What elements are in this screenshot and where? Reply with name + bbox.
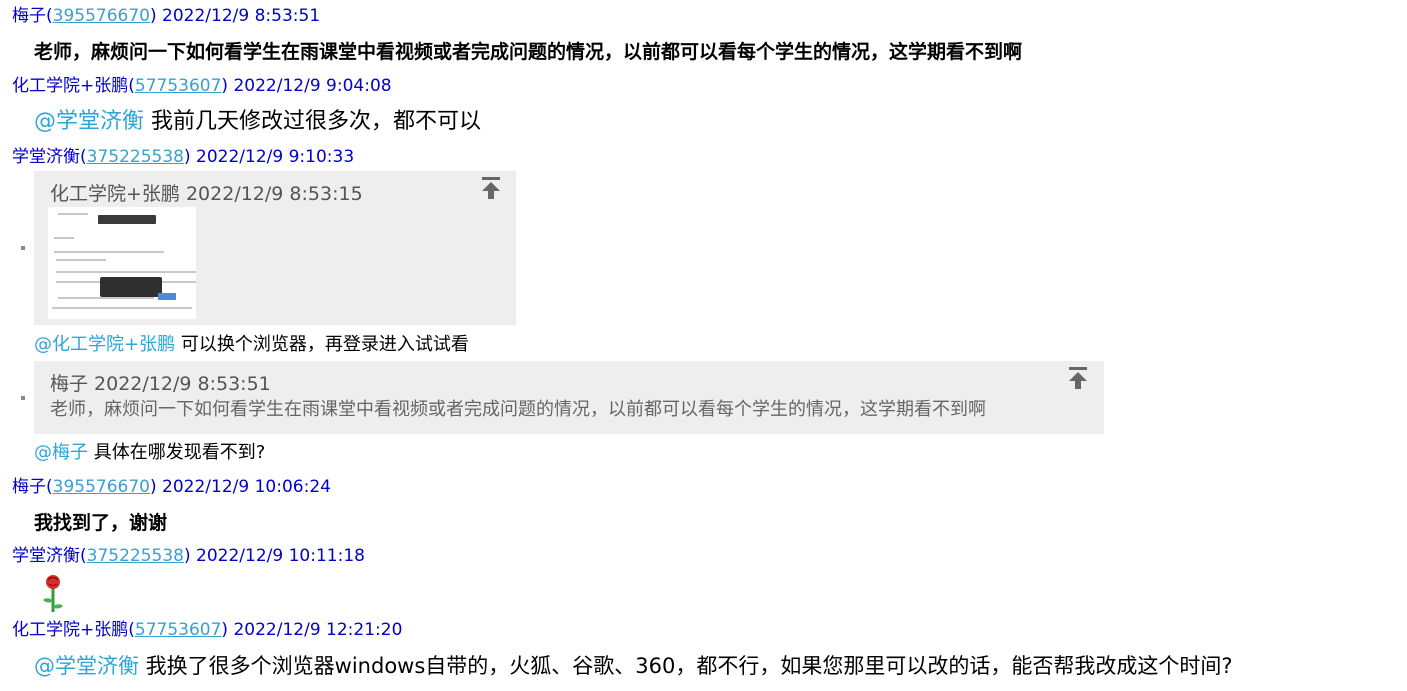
message-text: 我找到了，谢谢 <box>34 512 168 534</box>
mention-link[interactable]: @学堂济衡 <box>34 654 139 678</box>
message-text: @梅子 具体在哪发现看不到? <box>34 442 265 464</box>
message-time: 2022/12/9 9:04:08 <box>233 76 392 96</box>
message-text: @学堂济衡 我换了很多个浏览器windows自带的，火狐、谷歌、360，都不行，… <box>34 652 1233 680</box>
bullet-dot <box>21 246 25 250</box>
message-text: @学堂济衡 我前几天修改过很多次，都不可以 <box>34 108 481 136</box>
sender-name: 梅子 <box>12 6 46 26</box>
screenshot-thumbnail[interactable] <box>48 207 196 319</box>
message-body: 可以换个浏览器，再登录进入试试看 <box>175 334 469 355</box>
sender-qq-link[interactable]: 57753607 <box>135 76 222 96</box>
sender-qq-link[interactable]: 395576670 <box>53 6 150 26</box>
toast-bar <box>98 215 156 224</box>
sender-name: 化工学院+张鹏 <box>12 76 129 96</box>
quote-body: 老师，麻烦问一下如何看学生在雨课堂中看视频或者完成问题的情况，以前都可以看每个学… <box>50 399 986 420</box>
jump-to-original-icon[interactable] <box>480 177 502 201</box>
sender-name: 学堂济衡 <box>12 546 80 566</box>
message-header: 学堂济衡(375225538) 2022/12/9 9:10:33 <box>12 147 355 167</box>
message-text: 老师，麻烦问一下如何看学生在雨课堂中看视频或者完成问题的情况，以前都可以看每个学… <box>34 41 1023 63</box>
quoted-message[interactable]: 化工学院+张鹏 2022/12/9 8:53:15 <box>34 171 516 325</box>
sender-qq-link[interactable]: 395576670 <box>53 477 150 497</box>
message-header: 梅子(395576670) 2022/12/9 10:06:24 <box>12 477 331 497</box>
message-header: 化工学院+张鹏(57753607) 2022/12/9 12:21:20 <box>12 620 403 640</box>
message-text: @化工学院+张鹏 可以换个浏览器，再登录进入试试看 <box>34 334 469 356</box>
message-body: 具体在哪发现看不到? <box>88 442 266 463</box>
blue-button <box>158 293 176 300</box>
quote-header: 梅子 2022/12/9 8:53:51 <box>50 373 271 395</box>
quote-header: 化工学院+张鹏 2022/12/9 8:53:15 <box>50 183 363 205</box>
sender-qq-link[interactable]: 375225538 <box>87 147 184 167</box>
bullet-dot <box>21 396 25 400</box>
message-time: 2022/12/9 12:21:20 <box>233 620 403 640</box>
sender-name: 化工学院+张鹏 <box>12 620 129 640</box>
mention-link[interactable]: @梅子 <box>34 442 88 463</box>
sender-qq-link[interactable]: 375225538 <box>87 546 184 566</box>
jump-to-original-icon[interactable] <box>1067 367 1089 391</box>
message-header: 梅子(395576670) 2022/12/9 8:53:51 <box>12 6 321 26</box>
message-time: 2022/12/9 10:06:24 <box>162 477 331 497</box>
rose-emoji <box>43 575 63 612</box>
message-body: 我换了很多个浏览器windows自带的，火狐、谷歌、360，都不行，如果您那里可… <box>139 654 1233 678</box>
message-header: 化工学院+张鹏(57753607) 2022/12/9 9:04:08 <box>12 76 392 96</box>
mention-link[interactable]: @化工学院+张鹏 <box>34 334 175 355</box>
loading-toast <box>100 277 162 297</box>
message-header: 学堂济衡(375225538) 2022/12/9 10:11:18 <box>12 546 365 566</box>
message-body: 我前几天修改过很多次，都不可以 <box>144 109 482 134</box>
message-time: 2022/12/9 10:11:18 <box>196 546 365 566</box>
sender-name: 学堂济衡 <box>12 147 80 167</box>
mention-link[interactable]: @学堂济衡 <box>34 109 144 134</box>
sender-qq-link[interactable]: 57753607 <box>135 620 222 640</box>
quoted-message[interactable]: 梅子 2022/12/9 8:53:51 老师，麻烦问一下如何看学生在雨课堂中看… <box>34 361 1104 434</box>
message-time: 2022/12/9 9:10:33 <box>196 147 355 167</box>
sender-name: 梅子 <box>12 477 46 497</box>
message-time: 2022/12/9 8:53:51 <box>162 6 321 26</box>
